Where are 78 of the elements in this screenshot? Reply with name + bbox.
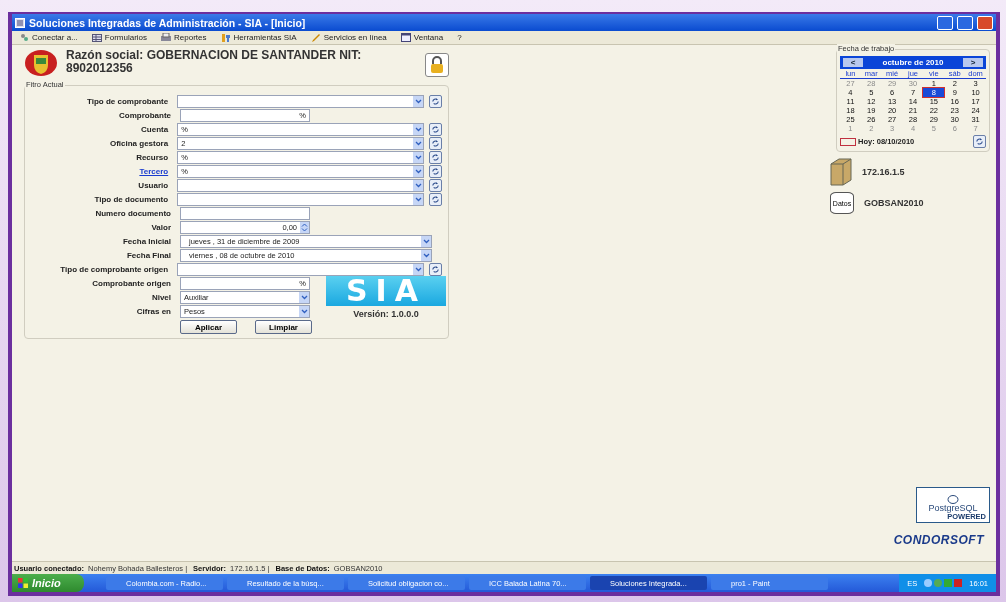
maximize-button[interactable] bbox=[957, 15, 973, 30]
refresh-icon bbox=[975, 137, 984, 146]
refresh-button[interactable] bbox=[429, 164, 442, 178]
sia-logo: SIA bbox=[326, 276, 446, 306]
coat-of-arms-logo bbox=[24, 49, 58, 77]
field-label: Tipo de comprobante bbox=[85, 96, 169, 106]
field-label: Oficina gestora bbox=[108, 138, 169, 148]
field-label: Nivel bbox=[150, 292, 171, 302]
minimize-button[interactable] bbox=[937, 15, 953, 30]
action-button[interactable]: Aplicar bbox=[180, 320, 237, 334]
input-field[interactable] bbox=[180, 206, 310, 220]
database-name: GOBSAN2010 bbox=[864, 198, 924, 208]
refresh-button[interactable] bbox=[973, 135, 986, 148]
menu-item[interactable]: Ventana bbox=[400, 33, 444, 42]
dropdown[interactable] bbox=[177, 192, 425, 206]
field-label: Comprobante origen bbox=[91, 278, 171, 288]
menu-item[interactable]: Conectar a... bbox=[20, 33, 78, 42]
field-label: Tipo de comprobante origen bbox=[59, 264, 169, 274]
refresh-button[interactable] bbox=[429, 136, 442, 150]
windows-flag-icon bbox=[18, 578, 28, 588]
field-label: Usuario bbox=[137, 180, 169, 190]
field-label: Cuenta bbox=[140, 124, 169, 134]
refresh-button[interactable] bbox=[429, 262, 442, 276]
logo-text: PostgreSQL bbox=[928, 504, 978, 513]
field-label: Tipo de documento bbox=[93, 194, 169, 204]
app-icon bbox=[15, 17, 25, 28]
refresh-button[interactable] bbox=[429, 192, 442, 206]
menu-item[interactable]: Servicios en línea bbox=[310, 32, 387, 43]
field-label: Fecha Final bbox=[126, 250, 171, 260]
field-label: Valor bbox=[150, 222, 171, 232]
server-icon bbox=[830, 158, 852, 186]
field-label: Fecha Inicial bbox=[121, 236, 171, 246]
refresh-button[interactable] bbox=[429, 94, 442, 108]
dropdown[interactable] bbox=[177, 94, 425, 108]
grid-icon bbox=[91, 33, 102, 42]
field-label: Numero documento bbox=[94, 208, 171, 218]
month-title: octubre de 2010 bbox=[882, 58, 944, 67]
refresh-icon bbox=[431, 96, 441, 106]
spinner-arrows-icon bbox=[300, 221, 309, 233]
action-button[interactable]: Limpiar bbox=[255, 320, 312, 334]
field-label-link[interactable]: Tercero bbox=[29, 166, 169, 176]
refresh-icon bbox=[431, 194, 441, 204]
menu-item[interactable]: Formularios bbox=[91, 33, 148, 42]
window-title: Soluciones Integradas de Administración - SIA - [Inicio] bbox=[29, 16, 307, 29]
nit-number: 8902012356 bbox=[66, 62, 134, 75]
refresh-button[interactable] bbox=[429, 178, 442, 192]
refresh-icon bbox=[431, 264, 441, 274]
refresh-icon bbox=[431, 124, 441, 134]
next-month-button[interactable]: > bbox=[963, 58, 983, 67]
tray-icons bbox=[923, 578, 964, 588]
refresh-icon bbox=[431, 180, 441, 190]
refresh-icon bbox=[431, 138, 441, 148]
refresh-icon bbox=[431, 166, 441, 176]
dropdown[interactable] bbox=[177, 262, 425, 276]
field-label: Comprobante bbox=[118, 110, 171, 120]
close-button[interactable] bbox=[977, 15, 993, 30]
window-icon bbox=[400, 33, 411, 42]
refresh-button[interactable] bbox=[429, 122, 442, 136]
printer-icon bbox=[161, 33, 172, 42]
version-label: Versión: 1.0.0.0 bbox=[353, 309, 419, 319]
previous-month-button[interactable]: < bbox=[843, 58, 863, 67]
menu-item[interactable]: ? bbox=[457, 33, 462, 42]
refresh-icon bbox=[431, 152, 441, 162]
lock-button[interactable] bbox=[425, 53, 449, 77]
menu-item[interactable]: Herramientas SIA bbox=[220, 32, 297, 43]
padlock-icon bbox=[429, 56, 445, 74]
field-label: Cifras en bbox=[135, 306, 171, 316]
company-name: Razón social: GOBERNACION DE SANTANDER NIT: bbox=[66, 49, 363, 62]
field-label: Recurso bbox=[135, 152, 169, 162]
chevron-down-icon bbox=[414, 98, 422, 104]
condorsoft-logo: CONDORSOFT bbox=[893, 533, 984, 547]
server-address: 172.16.1.5 bbox=[862, 167, 905, 177]
dropdown[interactable] bbox=[177, 178, 425, 192]
menu-item[interactable]: Reportes bbox=[161, 33, 207, 42]
today-marker bbox=[840, 137, 856, 146]
refresh-button[interactable] bbox=[429, 150, 442, 164]
start-button[interactable]: Inicio bbox=[12, 574, 84, 592]
tools-icon bbox=[220, 32, 231, 43]
